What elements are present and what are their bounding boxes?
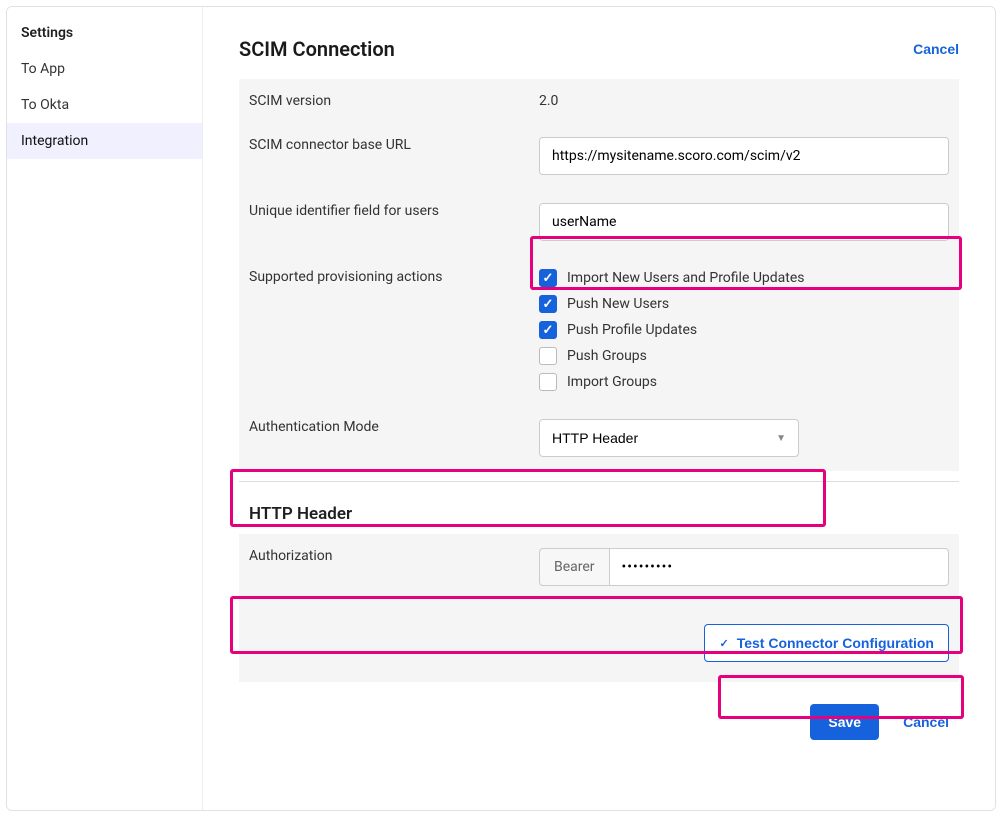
http-header-heading: HTTP Header bbox=[203, 482, 995, 534]
checkbox-label: Push Groups bbox=[567, 348, 647, 364]
checkbox-push-groups[interactable] bbox=[539, 347, 557, 365]
auth-mode-select[interactable]: HTTP Header ▼ bbox=[539, 419, 799, 457]
cancel-bottom-button[interactable]: Cancel bbox=[903, 714, 949, 730]
provisioning-actions-list: ✓ Import New Users and Profile Updates ✓… bbox=[539, 269, 949, 391]
bearer-prefix: Bearer bbox=[539, 548, 609, 586]
checkbox-label: Push Profile Updates bbox=[567, 322, 697, 338]
authorization-label: Authorization bbox=[249, 548, 539, 564]
main-panel: SCIM Connection Cancel SCIM version 2.0 … bbox=[203, 7, 995, 810]
sidebar-item-to-app[interactable]: To App bbox=[7, 51, 202, 87]
actions-label: Supported provisioning actions bbox=[249, 269, 539, 285]
scim-version-label: SCIM version bbox=[249, 93, 539, 109]
authorization-token-input[interactable] bbox=[609, 548, 949, 586]
checkbox-import-new-users[interactable]: ✓ bbox=[539, 269, 557, 287]
auth-mode-value: HTTP Header bbox=[552, 430, 638, 446]
save-button[interactable]: Save bbox=[810, 704, 879, 740]
settings-sidebar: Settings To App To Okta Integration bbox=[7, 7, 203, 810]
check-icon: ✓ bbox=[719, 637, 728, 650]
sidebar-item-label: To Okta bbox=[21, 97, 69, 113]
sidebar-item-to-okta[interactable]: To Okta bbox=[7, 87, 202, 123]
checkbox-import-groups[interactable] bbox=[539, 373, 557, 391]
uid-input[interactable] bbox=[539, 203, 949, 241]
checkbox-label: Push New Users bbox=[567, 296, 669, 312]
cancel-top-button[interactable]: Cancel bbox=[913, 41, 959, 57]
sidebar-item-integration[interactable]: Integration bbox=[7, 123, 202, 159]
chevron-down-icon: ▼ bbox=[776, 433, 786, 444]
checkbox-push-new-users[interactable]: ✓ bbox=[539, 295, 557, 313]
checkbox-push-profile-updates[interactable]: ✓ bbox=[539, 321, 557, 339]
test-connector-button[interactable]: ✓ Test Connector Configuration bbox=[704, 624, 949, 662]
auth-mode-label: Authentication Mode bbox=[249, 419, 539, 435]
base-url-input[interactable] bbox=[539, 137, 949, 175]
sidebar-item-label: To App bbox=[21, 61, 65, 77]
base-url-label: SCIM connector base URL bbox=[249, 137, 539, 153]
sidebar-heading: Settings bbox=[7, 17, 202, 51]
checkbox-label: Import Groups bbox=[567, 374, 657, 390]
page-title: SCIM Connection bbox=[239, 37, 395, 61]
sidebar-item-label: Integration bbox=[21, 133, 88, 149]
test-button-label: Test Connector Configuration bbox=[737, 635, 934, 651]
scim-version-value: 2.0 bbox=[539, 93, 949, 109]
checkbox-label: Import New Users and Profile Updates bbox=[567, 270, 805, 286]
uid-label: Unique identifier field for users bbox=[249, 203, 539, 219]
